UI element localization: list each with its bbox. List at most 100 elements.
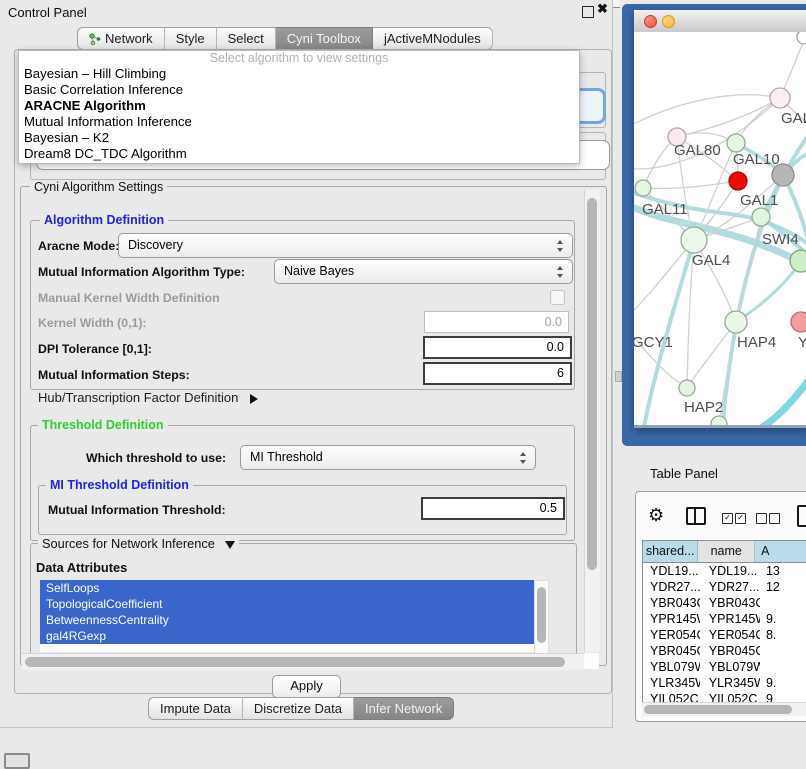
zoom-traffic-light-icon[interactable] xyxy=(680,15,691,26)
attribute-item-selected[interactable]: gal4RGexp xyxy=(40,628,534,644)
network-canvas[interactable]: GAL80 GAL10 GAL11 GAL1 SWI4 GAL4 GCY1 HA… xyxy=(634,32,806,425)
close-traffic-light-icon[interactable] xyxy=(644,15,657,28)
attribute-item-selected[interactable]: SelfLoops xyxy=(40,580,534,596)
node-gal10[interactable] xyxy=(727,134,745,152)
close-icon[interactable]: ✖ xyxy=(597,1,611,17)
cell: YDL19... xyxy=(643,563,700,579)
node-swi4[interactable] xyxy=(790,250,806,272)
settings-hscrollbar-thumb[interactable] xyxy=(25,657,565,667)
node-hap2[interactable] xyxy=(679,380,695,396)
data-attributes-label: Data Attributes xyxy=(36,560,127,575)
node-label: GCY1 xyxy=(634,334,673,351)
column-header-name[interactable]: name xyxy=(698,541,755,562)
node-label-partial: GAL xyxy=(781,110,806,127)
cell: 12 xyxy=(760,579,806,595)
tab-jactivemnodules[interactable]: jActiveMNodules xyxy=(373,27,493,50)
gear-icon[interactable]: ⚙ xyxy=(648,506,664,524)
tab-cyni-toolbox[interactable]: Cyni Toolbox xyxy=(276,27,373,50)
network-window-bottom-edge xyxy=(634,425,806,428)
tab-discretize-data[interactable]: Discretize Data xyxy=(243,697,354,720)
dropdown-item[interactable]: Basic Correlation Inference xyxy=(19,82,579,98)
dropdown-item[interactable]: Dream8 DC_TDC Algorithm xyxy=(19,146,579,162)
tab-select[interactable]: Select xyxy=(217,27,276,50)
deselect-all-columns-icon[interactable] xyxy=(756,510,782,528)
node-gal1[interactable] xyxy=(752,208,770,226)
kernel-width-field[interactable]: 0.0 xyxy=(424,311,569,333)
dropdown-item[interactable]: Bayesian – Hill Climbing xyxy=(19,66,579,82)
list-scrollbar-track[interactable] xyxy=(534,580,549,654)
expander-expanded-icon xyxy=(225,541,235,549)
node-label: GAL10 xyxy=(733,151,780,168)
list-scrollbar-thumb[interactable] xyxy=(537,587,546,643)
table-row[interactable]: YPR145WYPR145W9. xyxy=(643,611,806,627)
cell: YPR145W xyxy=(643,611,700,627)
network-graph-icon xyxy=(89,33,101,45)
node-salmon[interactable] xyxy=(791,312,806,332)
table-row[interactable]: YBL079WYBL079W xyxy=(643,659,806,675)
hub-definition-label: Hub/Transcription Factor Definition xyxy=(38,390,238,405)
cell xyxy=(760,643,806,659)
node-unlabeled[interactable] xyxy=(797,32,806,44)
tab-discretize-data-label: Discretize Data xyxy=(254,701,342,716)
node-gal-partial[interactable] xyxy=(770,88,790,108)
splitter-handle[interactable] xyxy=(615,371,622,382)
column-header-shared-name[interactable]: shared... xyxy=(643,541,698,562)
table-row[interactable]: YDR27...YDR27...12 xyxy=(643,579,806,595)
tab-network-label: Network xyxy=(105,31,153,46)
node-gal11[interactable] xyxy=(635,180,651,196)
aracne-mode-select[interactable]: Discovery xyxy=(118,233,573,258)
mi-type-select[interactable]: Naive Bayes xyxy=(274,259,573,284)
sources-expander[interactable]: Sources for Network Inference xyxy=(38,536,239,551)
column-header-partial[interactable]: A xyxy=(755,541,806,562)
dpi-tolerance-field[interactable]: 0.0 xyxy=(423,336,572,359)
node-label: GAL11 xyxy=(642,201,688,218)
which-threshold-value: MI Threshold xyxy=(250,450,323,464)
table-row[interactable]: YER054CYER054C8. xyxy=(643,627,806,643)
export-table-icon[interactable] xyxy=(797,505,806,527)
select-all-columns-icon[interactable]: ✓✓ xyxy=(722,510,748,528)
cell: 13 xyxy=(760,563,806,579)
tab-network[interactable]: Network xyxy=(77,27,165,50)
tab-impute-data[interactable]: Impute Data xyxy=(148,697,243,720)
minimize-traffic-light-icon[interactable] xyxy=(662,15,675,28)
table-row[interactable]: YBR043CYBR043C xyxy=(643,595,806,611)
table-row[interactable]: YBR045CYBR045C xyxy=(643,643,806,659)
settings-vscrollbar-track[interactable] xyxy=(584,190,600,652)
dropdown-item[interactable]: Mutual Information Inference xyxy=(19,114,579,130)
mi-steps-field[interactable]: 6 xyxy=(423,362,572,385)
dpi-tolerance-label: DPI Tolerance [0,1]: xyxy=(38,342,152,356)
node-table: shared... name A YDL19...YDL19...13 YDR2… xyxy=(642,540,806,703)
which-threshold-select[interactable]: MI Threshold xyxy=(240,445,536,470)
tab-infer-network[interactable]: Infer Network xyxy=(354,697,454,720)
attribute-item-selected[interactable]: TopologicalCoefficient xyxy=(40,596,534,612)
control-panel-window: Control Panel ✖ Network Style Select Cyn… xyxy=(0,0,613,728)
apply-button[interactable]: Apply xyxy=(272,675,341,698)
table-hscrollbar-track[interactable] xyxy=(642,702,806,716)
table-row[interactable]: YDL19...YDL19...13 xyxy=(643,563,806,579)
hub-definition-expander[interactable]: Hub/Transcription Factor Definition xyxy=(38,390,258,405)
split-columns-icon[interactable] xyxy=(686,507,706,525)
manual-kernel-checkbox[interactable] xyxy=(550,290,565,305)
node-label: GAL80 xyxy=(674,142,721,159)
attribute-item-selected[interactable]: BetweennessCentrality xyxy=(40,612,534,628)
tab-select-label: Select xyxy=(228,31,264,46)
settings-hscrollbar-track[interactable] xyxy=(22,653,584,670)
mi-threshold-field[interactable]: 0.5 xyxy=(421,497,565,520)
collapsed-panel-button[interactable] xyxy=(4,753,30,769)
table-row[interactable]: YLR345WYLR345W9. xyxy=(643,675,806,691)
node-red-selected[interactable] xyxy=(729,172,747,190)
dropdown-item-selected[interactable]: ARACNE Algorithm xyxy=(19,98,579,114)
table-panel-window: ⚙ ✓✓ shared... name A YDL19...YDL19...13… xyxy=(635,491,806,722)
panel-title: Control Panel xyxy=(8,5,87,20)
cell: YBR045C xyxy=(643,643,700,659)
node-hap4[interactable] xyxy=(725,311,747,333)
float-window-icon[interactable] xyxy=(582,6,594,18)
table-hscrollbar-thumb[interactable] xyxy=(644,705,792,714)
node-gal4[interactable] xyxy=(681,227,707,253)
settings-vscrollbar-thumb[interactable] xyxy=(587,198,597,570)
tab-style[interactable]: Style xyxy=(165,27,217,50)
dropdown-item[interactable]: Bayesian – K2 xyxy=(19,130,579,146)
network-window-titlebar[interactable] xyxy=(634,10,806,33)
tab-jactivemnodules-label: jActiveMNodules xyxy=(384,31,481,46)
mi-threshold-label: Mutual Information Threshold: xyxy=(48,503,226,517)
